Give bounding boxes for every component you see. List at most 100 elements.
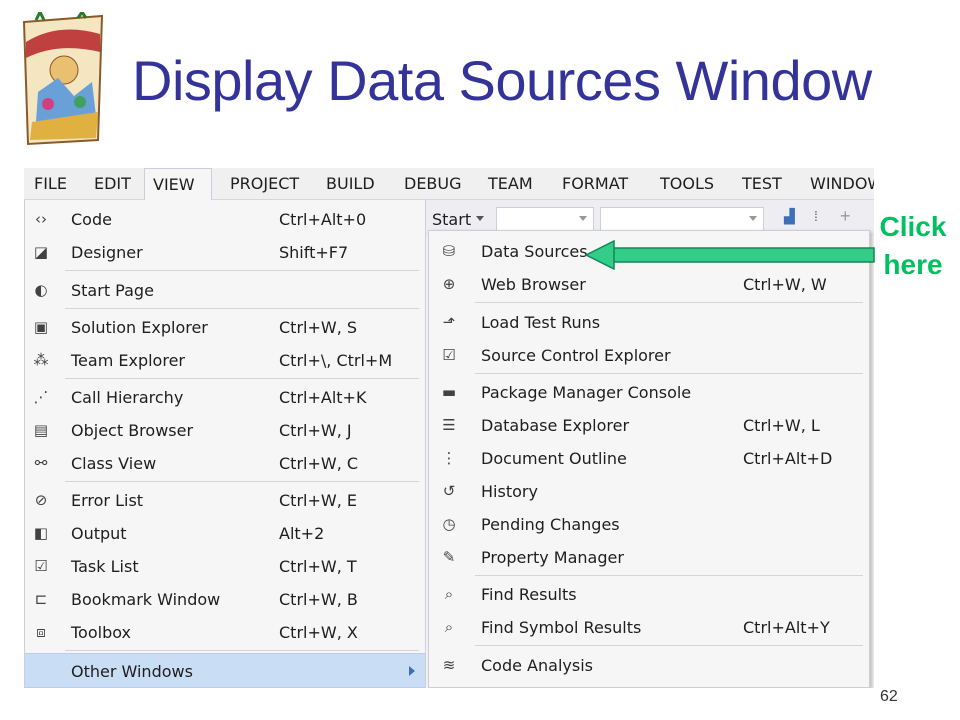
menu-item-label: Team Explorer (71, 351, 185, 370)
pin-icon[interactable]: + (840, 206, 851, 227)
menu-item-output[interactable]: ◧ Output Alt+2 (25, 517, 425, 549)
platform-select[interactable] (600, 207, 764, 231)
menu-edit[interactable]: EDIT (86, 168, 139, 200)
menu-item-label: Find Symbol Results (481, 618, 642, 637)
designer-icon: ◪ (33, 243, 49, 261)
menu-item-label: Call Hierarchy (71, 388, 184, 407)
menu-item-call-hierarchy[interactable]: ⋰ Call Hierarchy Ctrl+Alt+K (25, 381, 425, 413)
menu-item-label: Document Outline (481, 449, 627, 468)
code-icon: ‹› (35, 210, 47, 228)
menu-item-pending-changes[interactable]: ◷ Pending Changes (429, 508, 869, 540)
source-control-icon: ☑ (442, 346, 456, 364)
menu-item-designer[interactable]: ◪ Designer Shift+F7 (25, 236, 425, 268)
menu-item-find-results[interactable]: ⌕ Find Results (429, 578, 869, 610)
menu-test[interactable]: TEST (734, 168, 790, 200)
menu-item-label: Load Test Runs (481, 313, 601, 332)
click-here-annotation: Click here (868, 208, 958, 284)
menu-item-solution-explorer[interactable]: ▣ Solution Explorer Ctrl+W, S (25, 311, 425, 343)
menu-item-label: Output (71, 524, 127, 543)
menu-item-class-view[interactable]: ⚯ Class View Ctrl+W, C (25, 447, 425, 479)
menu-item-label: Task List (71, 557, 139, 576)
menu-item-label: Source Control Explorer (481, 346, 671, 365)
chevron-down-icon[interactable] (476, 216, 484, 221)
menu-item-shortcut: Ctrl+W, X (279, 623, 358, 642)
menu-view[interactable]: VIEW (144, 168, 212, 201)
separator (475, 645, 863, 646)
menu-item-label: Toolbox (71, 623, 131, 642)
toolbox-icon: ⧈ (36, 623, 46, 641)
solution-explorer-icon: ▣ (33, 318, 49, 336)
menu-item-label: Pending Changes (481, 515, 620, 534)
menu-item-label: Bookmark Window (71, 590, 221, 609)
data-sources-icon: ⛁ (442, 242, 456, 260)
menu-debug[interactable]: DEBUG (396, 168, 470, 200)
menu-item-other-windows[interactable]: Other Windows (25, 653, 425, 688)
menu-item-shortcut: Alt+2 (279, 524, 325, 543)
start-button[interactable]: Start (432, 210, 471, 229)
menu-format[interactable]: FORMAT (554, 168, 636, 200)
menu-item-package-manager-console[interactable]: ▬ Package Manager Console (429, 376, 869, 408)
separator (475, 373, 863, 374)
separator (65, 270, 419, 271)
menu-item-code-analysis[interactable]: ≋ Code Analysis (429, 649, 869, 681)
annotation-line-2: here (883, 249, 943, 280)
chevron-down-icon (579, 216, 587, 221)
database-icon: ☰ (442, 416, 456, 434)
menu-item-start-page[interactable]: ◐ Start Page (25, 274, 425, 306)
web-browser-icon: ⊕ (442, 275, 456, 293)
overflow-icon[interactable]: ⁞ (814, 208, 818, 224)
menu-item-document-outline[interactable]: ⋮ Document Outline Ctrl+Alt+D (429, 442, 869, 474)
menu-item-shortcut: Ctrl+Alt+Y (743, 618, 830, 637)
console-icon: ▬ (441, 383, 457, 401)
menu-item-label: Class View (71, 454, 157, 473)
start-page-icon: ◐ (34, 281, 48, 299)
menu-item-shortcut: Ctrl+\, Ctrl+M (279, 351, 393, 370)
menu-item-toolbox[interactable]: ⧈ Toolbox Ctrl+W, X (25, 616, 425, 648)
separator (475, 302, 863, 303)
menu-item-label: Start Page (71, 281, 154, 300)
menu-item-property-manager[interactable]: ✎ Property Manager (429, 541, 869, 573)
find-icon[interactable]: ▟ (784, 208, 804, 228)
menu-item-label: Designer (71, 243, 143, 262)
slide-title: Display Data Sources Window (132, 49, 872, 112)
menu-item-shortcut: Ctrl+W, L (743, 416, 820, 435)
menu-item-source-control-explorer[interactable]: ☑ Source Control Explorer (429, 339, 869, 371)
menu-item-web-browser[interactable]: ⊕ Web Browser Ctrl+W, W (429, 268, 869, 300)
menu-window[interactable]: WINDOW (802, 168, 874, 200)
menu-item-object-browser[interactable]: ▤ Object Browser Ctrl+W, J (25, 414, 425, 446)
menu-item-database-explorer[interactable]: ☰ Database Explorer Ctrl+W, L (429, 409, 869, 441)
menu-item-shortcut: Ctrl+W, J (279, 421, 352, 440)
menu-item-load-test-runs[interactable]: ⬏ Load Test Runs (429, 306, 869, 338)
other-windows-submenu: ⛁ Data Sources ⊕ Web Browser Ctrl+W, W ⬏… (428, 230, 870, 688)
call-hierarchy-icon: ⋰ (33, 388, 49, 406)
menu-item-task-list[interactable]: ☑ Task List Ctrl+W, T (25, 550, 425, 582)
menu-item-team-explorer[interactable]: ⁂ Team Explorer Ctrl+\, Ctrl+M (25, 344, 425, 376)
code-analysis-icon: ≋ (442, 656, 456, 674)
callout-arrow (584, 240, 875, 270)
menu-item-shortcut: Ctrl+W, S (279, 318, 358, 337)
menu-item-bookmark-window[interactable]: ⊏ Bookmark Window Ctrl+W, B (25, 583, 425, 615)
menu-item-shortcut: Ctrl+W, B (279, 590, 358, 609)
annotation-line-1: Click (879, 211, 947, 242)
menu-item-label: Find Results (481, 585, 577, 604)
outline-icon: ⋮ (441, 449, 457, 467)
menu-build[interactable]: BUILD (318, 168, 383, 200)
menu-item-history[interactable]: ↺ History (429, 475, 869, 507)
menu-file[interactable]: FILE (26, 168, 75, 200)
menu-item-code[interactable]: ‹› Code Ctrl+Alt+0 (25, 203, 425, 235)
wrench-icon: ✎ (442, 548, 456, 566)
task-list-icon: ☑ (34, 557, 48, 575)
menu-item-label: Package Manager Console (481, 383, 692, 402)
menu-project[interactable]: PROJECT (222, 168, 307, 200)
menu-item-error-list[interactable]: ⊘ Error List Ctrl+W, E (25, 484, 425, 516)
menu-item-label: Web Browser (481, 275, 586, 294)
menu-item-find-symbol-results[interactable]: ⌕ Find Symbol Results Ctrl+Alt+Y (429, 611, 869, 643)
menu-team[interactable]: TEAM (480, 168, 541, 200)
menu-item-label: Other Windows (71, 662, 193, 681)
solution-config-select[interactable] (496, 207, 594, 231)
view-menu: ‹› Code Ctrl+Alt+0 ◪ Designer Shift+F7 ◐… (24, 200, 426, 688)
menu-tools[interactable]: TOOLS (652, 168, 722, 200)
find-results-icon: ⌕ (444, 585, 454, 603)
team-explorer-icon: ⁂ (33, 351, 49, 369)
menu-item-shortcut: Ctrl+Alt+D (743, 449, 833, 468)
